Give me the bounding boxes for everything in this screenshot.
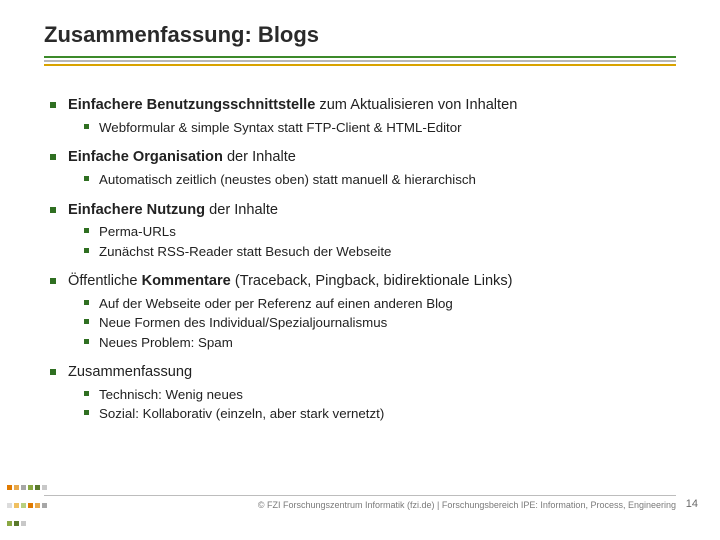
bullet-list-level2: Perma-URLs Zunächst RSS-Reader statt Besu… <box>84 223 670 260</box>
bullet-square-icon <box>84 248 89 253</box>
bullet-square-icon <box>84 300 89 305</box>
slide-title: Zusammenfassung: Blogs <box>44 22 676 48</box>
bullet-text: Technisch: Wenig neues <box>99 386 243 403</box>
slide: Zusammenfassung: Blogs Einfachere Benutz… <box>0 0 720 540</box>
bullet-level1: Zusammenfassung <box>50 363 670 382</box>
bullet-square-icon <box>50 278 56 284</box>
bullet-square-icon <box>50 102 56 108</box>
dot-icon <box>21 485 26 490</box>
rule-grey <box>44 60 676 62</box>
dot-icon <box>35 503 40 508</box>
dot-icon <box>42 485 47 490</box>
bullet-text: Webformular & simple Syntax statt FTP-Cl… <box>99 119 462 136</box>
footer: © FZI Forschungszentrum Informatik (fzi.… <box>44 495 676 510</box>
bullet-level1: Einfache Organisation der Inhalte <box>50 148 670 167</box>
dot-icon <box>14 503 19 508</box>
page-number: 14 <box>686 498 698 510</box>
bullet-text: Zunächst RSS-Reader statt Besuch der Web… <box>99 243 391 260</box>
dot-icon <box>21 503 26 508</box>
bullet-level2: Zunächst RSS-Reader statt Besuch der Web… <box>84 243 670 260</box>
bullet-level2: Automatisch zeitlich (neustes oben) stat… <box>84 171 670 188</box>
bullet-text: Neue Formen des Individual/Spezialjourna… <box>99 314 387 331</box>
bullet-level1: Einfachere Nutzung der Inhalte <box>50 201 670 220</box>
bullet-square-icon <box>50 207 56 213</box>
bullet-level2: Neue Formen des Individual/Spezialjourna… <box>84 314 670 331</box>
bullet-level2: Auf der Webseite oder per Referenz auf e… <box>84 295 670 312</box>
bullet-square-icon <box>84 176 89 181</box>
dot-icon <box>28 485 33 490</box>
bullet-level2: Perma-URLs <box>84 223 670 240</box>
bullet-square-icon <box>84 124 89 129</box>
bullet-level1: Einfachere Benutzungsschnittstelle zum A… <box>50 96 670 115</box>
footer-text: © FZI Forschungszentrum Informatik (fzi.… <box>44 500 676 510</box>
bullet-square-icon <box>84 339 89 344</box>
bullet-list-level2: Automatisch zeitlich (neustes oben) stat… <box>84 171 670 188</box>
dot-icon <box>28 503 33 508</box>
rule-green <box>44 56 676 58</box>
bullet-text: Auf der Webseite oder per Referenz auf e… <box>99 295 453 312</box>
bullet-text: Zusammenfassung <box>68 363 192 382</box>
bullet-square-icon <box>84 391 89 396</box>
bullet-list-level1: Einfachere Benutzungsschnittstelle zum A… <box>50 96 670 422</box>
slide-body: Einfachere Benutzungsschnittstelle zum A… <box>44 68 676 422</box>
bullet-list-level2: Auf der Webseite oder per Referenz auf e… <box>84 295 670 351</box>
dot-icon <box>35 485 40 490</box>
dot-icon <box>42 503 47 508</box>
bullet-text: Automatisch zeitlich (neustes oben) stat… <box>99 171 476 188</box>
bullet-level2: Neues Problem: Spam <box>84 334 670 351</box>
bullet-list-level2: Webformular & simple Syntax statt FTP-Cl… <box>84 119 670 136</box>
footer-rule <box>44 495 676 496</box>
dot-icon <box>21 521 26 526</box>
bullet-square-icon <box>84 319 89 324</box>
bullet-level2: Technisch: Wenig neues <box>84 386 670 403</box>
dot-icon <box>7 521 12 526</box>
bullet-text: Perma-URLs <box>99 223 176 240</box>
bullet-text: Öffentliche Kommentare (Traceback, Pingb… <box>68 272 513 291</box>
bullet-text: Einfachere Benutzungsschnittstelle zum A… <box>68 96 517 115</box>
bullet-square-icon <box>50 154 56 160</box>
dot-icon <box>7 503 12 508</box>
bullet-text: Neues Problem: Spam <box>99 334 233 351</box>
corner-dots-icon <box>6 478 50 532</box>
bullet-text: Einfache Organisation der Inhalte <box>68 148 296 167</box>
bullet-square-icon <box>50 369 56 375</box>
bullet-level2: Webformular & simple Syntax statt FTP-Cl… <box>84 119 670 136</box>
bullet-level2: Sozial: Kollaborativ (einzeln, aber star… <box>84 405 670 422</box>
bullet-text: Sozial: Kollaborativ (einzeln, aber star… <box>99 405 384 422</box>
dot-icon <box>7 485 12 490</box>
bullet-text: Einfachere Nutzung der Inhalte <box>68 201 278 220</box>
dot-icon <box>14 521 19 526</box>
dot-icon <box>14 485 19 490</box>
bullet-square-icon <box>84 228 89 233</box>
bullet-level1: Öffentliche Kommentare (Traceback, Pingb… <box>50 272 670 291</box>
bullet-list-level2: Technisch: Wenig neues Sozial: Kollaborat… <box>84 386 670 423</box>
title-underline <box>44 56 676 66</box>
bullet-square-icon <box>84 410 89 415</box>
rule-gold <box>44 64 676 66</box>
